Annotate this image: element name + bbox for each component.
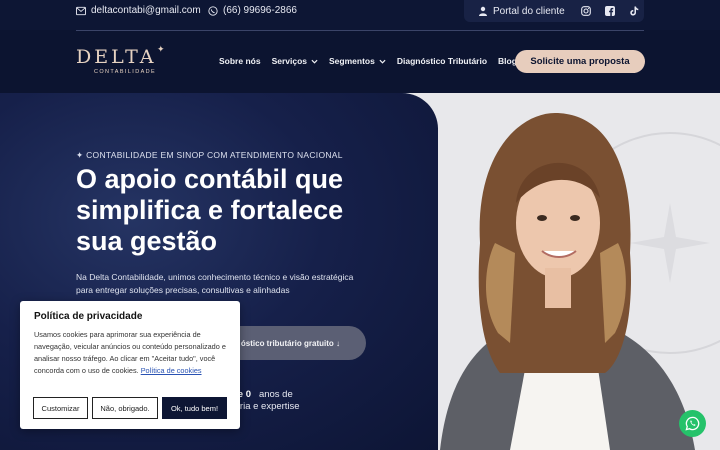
eyebrow-text: CONTABILIDADE EM SINOP COM ATENDIMENTO N… — [86, 150, 343, 160]
nav-label: Diagnóstico Tributário — [396, 56, 488, 66]
contact-email[interactable]: deltacontabi@gmail.com — [76, 5, 201, 16]
contact-phone[interactable]: (66) 99696-2866 — [208, 5, 297, 16]
whatsapp-float-button[interactable] — [679, 410, 706, 437]
phone-text: (66) 99696-2866 — [223, 5, 297, 16]
user-icon — [479, 6, 487, 16]
proposal-cta-button[interactable]: Solicite uma proposta — [515, 50, 645, 73]
logo-star-icon: ✦ — [157, 44, 165, 54]
cookie-text: Usamos cookies para aprimorar sua experi… — [34, 329, 226, 377]
portal-label: Portal do cliente — [493, 5, 565, 17]
hero-eyebrow: ✦ CONTABILIDADE EM SINOP COM ATENDIMENTO… — [76, 150, 343, 161]
nav-item-segmentos[interactable]: Segmentos — [329, 56, 386, 66]
customize-button[interactable]: Customizar — [33, 397, 88, 419]
site-logo[interactable]: DELTA ✦ CONTABILIDADE — [76, 44, 171, 75]
logo-subtitle: CONTABILIDADE — [94, 69, 157, 75]
nav-label: Serviços — [271, 56, 308, 66]
nav-label: Sobre nós — [219, 56, 261, 66]
top-bar: deltacontabi@gmail.com (66) 99696-2866 P… — [0, 0, 720, 30]
cookie-policy-link[interactable]: Política de cookies — [141, 366, 202, 375]
cookie-title: Política de privacidade — [34, 311, 143, 322]
instagram-icon[interactable] — [580, 6, 591, 16]
chevron-down-icon — [379, 59, 386, 64]
nav-item-diagnostico[interactable]: Diagnóstico Tributário — [397, 56, 487, 66]
main-nav: Sobre nós Serviços Segmentos Diagnóstico… — [219, 56, 517, 66]
email-text: deltacontabi@gmail.com — [91, 5, 201, 16]
top-right-panel: Portal do cliente — [464, 0, 644, 22]
main-header: DELTA ✦ CONTABILIDADE Sobre nós Serviços… — [0, 31, 720, 93]
social-links — [580, 6, 639, 16]
nav-label: Segmentos — [329, 56, 375, 66]
facebook-icon[interactable] — [604, 6, 615, 16]
mail-icon — [76, 6, 86, 15]
stats-line-1: de 0 anos de — [232, 389, 300, 401]
reject-button[interactable]: Não, obrigado. — [92, 397, 158, 419]
accept-button[interactable]: Ok, tudo bem! — [162, 397, 227, 419]
hero-lead: Na Delta Contabilidade, unimos conhecime… — [76, 272, 354, 295]
stats-rest: anos de — [258, 389, 293, 400]
cookie-banner: Política de privacidade Usamos cookies p… — [20, 301, 240, 429]
hero-headline: O apoio contábil que simplifica e fortal… — [76, 164, 344, 256]
nav-item-servicos[interactable]: Serviços — [272, 56, 318, 66]
tiktok-icon[interactable] — [629, 6, 639, 16]
whatsapp-icon — [685, 416, 700, 431]
portal-link[interactable]: Portal do cliente — [478, 6, 565, 17]
hero-stats: de 0 anos de tória e expertise — [232, 389, 300, 413]
whatsapp-small-icon — [208, 5, 218, 16]
stats-line-2: tória e expertise — [232, 401, 300, 412]
sparkle-icon: ✦ — [76, 150, 87, 160]
chevron-down-icon — [311, 59, 318, 64]
nav-item-sobre[interactable]: Sobre nós — [219, 56, 261, 66]
cookie-buttons: Customizar Não, obrigado. Ok, tudo bem! — [33, 397, 227, 419]
